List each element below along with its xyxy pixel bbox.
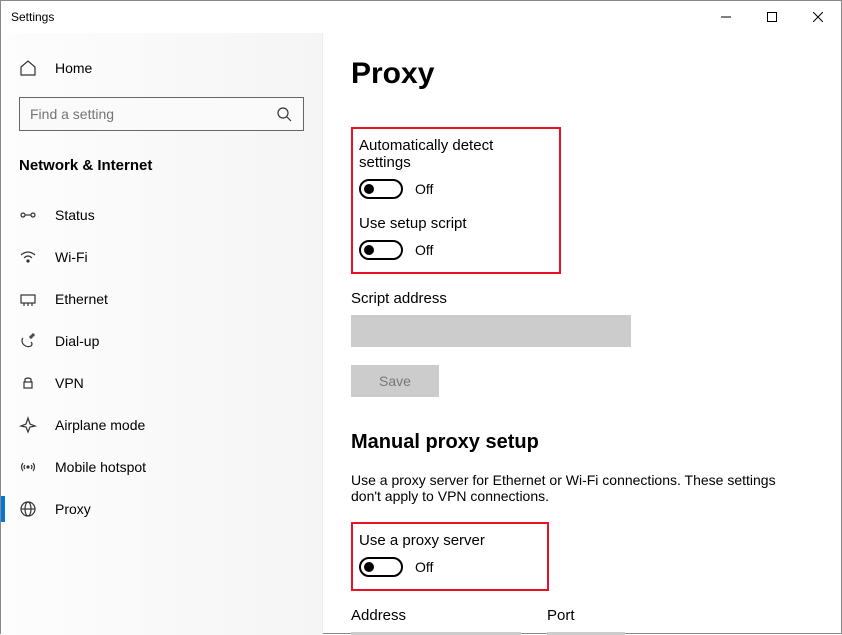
sidebar-item-ethernet[interactable]: Ethernet bbox=[1, 278, 322, 320]
minimize-button[interactable] bbox=[703, 1, 749, 33]
use-proxy-toggle[interactable] bbox=[359, 557, 403, 577]
main-content: Proxy Automatically detect settings Off … bbox=[323, 33, 841, 635]
home-icon bbox=[19, 59, 37, 77]
sidebar-item-label: Dial-up bbox=[55, 333, 99, 349]
hotspot-icon bbox=[19, 458, 37, 476]
sidebar-item-wifi[interactable]: Wi-Fi bbox=[1, 236, 322, 278]
address-label: Address bbox=[351, 607, 521, 624]
search-icon bbox=[275, 105, 293, 123]
use-proxy-label: Use a proxy server bbox=[359, 532, 537, 549]
sidebar-item-label: Ethernet bbox=[55, 291, 108, 307]
wifi-icon bbox=[19, 248, 37, 266]
sidebar-item-label: Airplane mode bbox=[55, 417, 145, 433]
setup-script-toggle[interactable] bbox=[359, 240, 403, 260]
sidebar-item-proxy[interactable]: Proxy bbox=[1, 488, 322, 530]
manual-description: Use a proxy server for Ethernet or Wi-Fi… bbox=[351, 472, 791, 504]
sidebar-item-label: Status bbox=[55, 207, 95, 223]
sidebar-item-dialup[interactable]: Dial-up bbox=[1, 320, 322, 362]
window-controls bbox=[703, 1, 841, 33]
home-nav[interactable]: Home bbox=[1, 49, 322, 87]
sidebar: Home Network & Internet Status Wi-Fi bbox=[1, 33, 323, 635]
sidebar-item-label: Mobile hotspot bbox=[55, 459, 146, 475]
ethernet-icon bbox=[19, 290, 37, 308]
close-button[interactable] bbox=[795, 1, 841, 33]
setup-script-label: Use setup script bbox=[359, 215, 549, 232]
auto-detect-state: Off bbox=[415, 181, 433, 197]
setup-script-state: Off bbox=[415, 242, 433, 258]
search-box[interactable] bbox=[19, 97, 304, 131]
vpn-icon bbox=[19, 374, 37, 392]
sidebar-item-vpn[interactable]: VPN bbox=[1, 362, 322, 404]
use-proxy-state: Off bbox=[415, 559, 433, 575]
status-icon bbox=[19, 206, 37, 224]
airplane-icon bbox=[19, 416, 37, 434]
window-title: Settings bbox=[11, 10, 54, 24]
sidebar-item-label: Proxy bbox=[55, 501, 91, 517]
home-label: Home bbox=[55, 60, 92, 76]
highlight-box-auto: Automatically detect settings Off Use se… bbox=[351, 127, 561, 274]
titlebar: Settings bbox=[1, 1, 841, 33]
section-title: Network & Internet bbox=[1, 149, 322, 194]
search-input[interactable] bbox=[30, 106, 275, 122]
script-address-input[interactable] bbox=[351, 315, 631, 347]
sidebar-item-status[interactable]: Status bbox=[1, 194, 322, 236]
port-label: Port bbox=[547, 607, 625, 624]
manual-heading: Manual proxy setup bbox=[351, 431, 813, 454]
dialup-icon bbox=[19, 332, 37, 350]
auto-detect-toggle[interactable] bbox=[359, 179, 403, 199]
maximize-button[interactable] bbox=[749, 1, 795, 33]
sidebar-item-airplane[interactable]: Airplane mode bbox=[1, 404, 322, 446]
highlight-box-proxy: Use a proxy server Off bbox=[351, 522, 549, 591]
save-button[interactable]: Save bbox=[351, 365, 439, 397]
sidebar-item-label: Wi-Fi bbox=[55, 249, 88, 265]
script-address-label: Script address bbox=[351, 290, 813, 307]
proxy-icon bbox=[19, 500, 37, 518]
auto-detect-label: Automatically detect settings bbox=[359, 137, 549, 171]
sidebar-item-label: VPN bbox=[55, 375, 84, 391]
sidebar-item-hotspot[interactable]: Mobile hotspot bbox=[1, 446, 322, 488]
page-title: Proxy bbox=[351, 57, 813, 91]
